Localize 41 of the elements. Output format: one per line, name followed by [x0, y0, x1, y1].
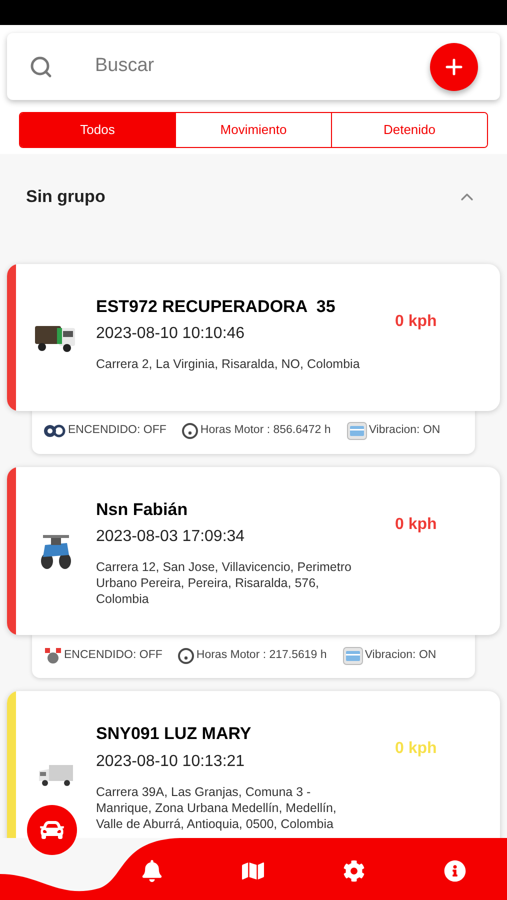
nav-button[interactable]: [442, 858, 468, 884]
map-icon: [242, 860, 264, 882]
vehicle-name: Nsn Fabián: [96, 498, 189, 520]
vehicle-name: EST972 RECUPERADORA 35: [96, 296, 336, 318]
nav-button[interactable]: [27, 805, 77, 855]
card-icon: [342, 646, 363, 664]
sensor-reading: Vibracion: ON: [364, 648, 436, 663]
settings-icon: [343, 860, 365, 882]
card-icon: [346, 422, 367, 440]
filter-tab[interactable]: Detenido: [331, 113, 487, 147]
vehicle-card[interactable]: EST972 RECUPERADORA 35 2023-08-10 10:10:46 Carrera 2, La Virginia, Risaralda, NO, Colombia 0 kph: [7, 264, 500, 410]
timestamp: 2023-08-10 10:10:46: [96, 324, 246, 344]
sensor-reading: ENCENDIDO: OFF: [68, 423, 166, 438]
gauge-icon: [182, 423, 198, 439]
vehicle-name: SNY091 LUZ MARY: [96, 723, 252, 745]
filter-tab[interactable]: Todos: [20, 113, 175, 147]
add-button[interactable]: [430, 42, 478, 90]
speed: 0 kph: [395, 516, 437, 532]
sensor-reading: ENCENDIDO: OFF: [64, 648, 162, 663]
timestamp: 2023-08-10 10:13:21: [96, 752, 246, 772]
sensor-reading: Vibracion: ON: [368, 423, 440, 438]
nav-button[interactable]: [341, 858, 367, 884]
vehicle-card[interactable]: SNY091 LUZ MARY 2023-08-10 10:13:21 Carrera 39A, Las Granjas, Comuna 3 - Manrique, Zona Urbana Medellín, Medellín, Valle de Aburrá, Antioquia, 0500, Colombia 0 kph: [7, 691, 500, 838]
notifications-icon: [141, 860, 163, 882]
address: Carrera 39A, Las Granjas, Comuna 3 - Manrique, Zona Urbana Medellín, Medellín, Valle de Aburrá, Antioquia, 0500, Colombia: [96, 784, 338, 832]
vehicle-card[interactable]: Nsn Fabián 2023-08-03 17:09:34 Carrera 12, San Jose, Villavicencio, Perimetro Urbano Pereira, Pereira, Risaralda, 576, Colombia 0 kph: [7, 466, 500, 635]
info-icon: [444, 860, 466, 882]
speed: 0 kph: [395, 312, 437, 330]
timestamp: 2023-08-03 17:09:34: [96, 527, 246, 547]
search-field[interactable]: Buscar: [95, 52, 430, 81]
gauge-icon: [178, 648, 194, 664]
key-icon: [44, 424, 66, 438]
group-title: Sin grupo: [26, 186, 106, 208]
sensor-reading: Horas Motor : 856.6472 h: [200, 423, 331, 438]
car-icon: [40, 818, 64, 842]
address: Carrera 12, San Jose, Villavicencio, Perimetro Urbano Pereira, Pereira, Risaralda, 576, Colombia: [96, 559, 352, 607]
truck-icon: [37, 763, 75, 788]
speed: 0 kph: [395, 740, 437, 757]
search-icon: [29, 54, 53, 78]
sensor-reading: Horas Motor : 217.5619 h: [196, 648, 327, 663]
address: Carrera 2, La Virginia, Risaralda, NO, Colombia: [96, 356, 361, 372]
